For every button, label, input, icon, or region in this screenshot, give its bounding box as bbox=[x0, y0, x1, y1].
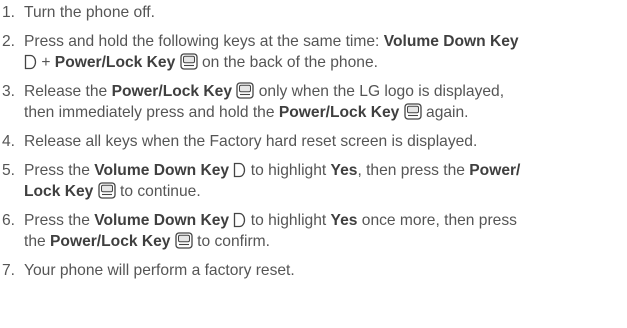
volume-down-key-icon bbox=[233, 212, 246, 228]
step-text: Turn the phone off. bbox=[24, 4, 155, 21]
step-line: + Power/Lock Key on the back of the phon… bbox=[24, 52, 625, 73]
power-lock-key-label: Power/Lock Key bbox=[50, 233, 171, 250]
step-text: to highlight bbox=[250, 162, 331, 179]
power-lock-key-icon bbox=[98, 182, 116, 199]
volume-down-key-label: Volume Down Key bbox=[383, 33, 519, 50]
step-text: again. bbox=[426, 104, 469, 121]
step-line: Release all keys when the Factory hard r… bbox=[24, 131, 625, 152]
step-number: 4. bbox=[2, 133, 16, 150]
step-line: Turn the phone off. bbox=[24, 2, 625, 23]
power-lock-key-label: Power/Lock Key bbox=[278, 104, 400, 121]
step-line: Lock Key to continue. bbox=[24, 181, 625, 202]
power-lock-key-label: Power/Lock Key bbox=[54, 54, 176, 71]
step-line: Press and hold the following keys at the… bbox=[24, 31, 625, 52]
step-text: Press the bbox=[24, 212, 95, 229]
step-line: Release the Power/Lock Key only when the… bbox=[24, 81, 625, 102]
power-lock-key-icon bbox=[179, 53, 198, 70]
power-lock-key-icon bbox=[236, 82, 255, 99]
step-text: to continue. bbox=[120, 183, 201, 200]
step-text: to confirm. bbox=[197, 233, 270, 250]
step-text: then immediately press and hold the bbox=[24, 104, 279, 121]
power-lock-key-icon bbox=[404, 103, 422, 120]
step-4: 4. Release all keys when the Factory har… bbox=[2, 131, 625, 152]
step-text: on the back of the phone. bbox=[201, 54, 378, 71]
volume-down-key-icon bbox=[233, 162, 246, 178]
step-2: 2. Press and hold the following keys at … bbox=[2, 31, 625, 73]
step-line: Press the Volume Down Key to highlight Y… bbox=[24, 210, 625, 231]
step-text: Your phone will perform a factory reset. bbox=[24, 262, 295, 279]
step-7: 7. Your phone will perform a factory res… bbox=[2, 260, 625, 281]
step-6: 6. Press the Volume Down Key to highligh… bbox=[2, 210, 625, 252]
volume-down-key-label: Volume Down Key bbox=[94, 212, 230, 229]
step-5: 5. Press the Volume Down Key to highligh… bbox=[2, 160, 625, 202]
step-number: 3. bbox=[2, 83, 16, 100]
power-lock-key-icon bbox=[175, 232, 193, 249]
yes-label: Yes bbox=[330, 212, 358, 229]
step-text: Release the bbox=[24, 83, 112, 100]
step-line: Press the Volume Down Key to highlight Y… bbox=[24, 160, 625, 181]
step-3: 3. Release the Power/Lock Key only when … bbox=[2, 81, 625, 123]
step-text: Press the bbox=[24, 162, 95, 179]
power-lock-key-label: Lock Key bbox=[24, 183, 94, 200]
step-text: Release all keys when the Factory hard r… bbox=[24, 133, 478, 150]
step-1: 1. Turn the phone off. bbox=[2, 2, 625, 23]
power-lock-key-label: Power/Lock Key bbox=[111, 83, 233, 100]
step-text: + bbox=[41, 54, 55, 71]
yes-label: Yes bbox=[330, 162, 358, 179]
step-line: the Power/Lock Key to confirm. bbox=[24, 231, 625, 252]
step-text: Press and hold the following keys at the… bbox=[24, 33, 384, 50]
step-number: 6. bbox=[2, 212, 16, 229]
step-text: , then press the bbox=[357, 162, 470, 179]
step-number: 7. bbox=[2, 262, 16, 279]
step-text: once more, then press bbox=[357, 212, 517, 229]
step-text: to highlight bbox=[250, 212, 331, 229]
step-number: 1. bbox=[2, 4, 16, 21]
step-number: 5. bbox=[2, 162, 16, 179]
step-number: 2. bbox=[2, 33, 16, 50]
instruction-steps: 1. Turn the phone off. 2. Press and hold… bbox=[2, 2, 625, 289]
step-line: Your phone will perform a factory reset. bbox=[24, 260, 625, 281]
volume-down-key-icon bbox=[24, 54, 37, 70]
volume-down-key-label: Volume Down Key bbox=[94, 162, 230, 179]
step-text: the bbox=[24, 233, 51, 250]
step-text: only when the LG logo is displayed, bbox=[258, 83, 505, 100]
power-lock-key-label: Power/ bbox=[469, 162, 521, 179]
step-line: then immediately press and hold the Powe… bbox=[24, 102, 625, 123]
